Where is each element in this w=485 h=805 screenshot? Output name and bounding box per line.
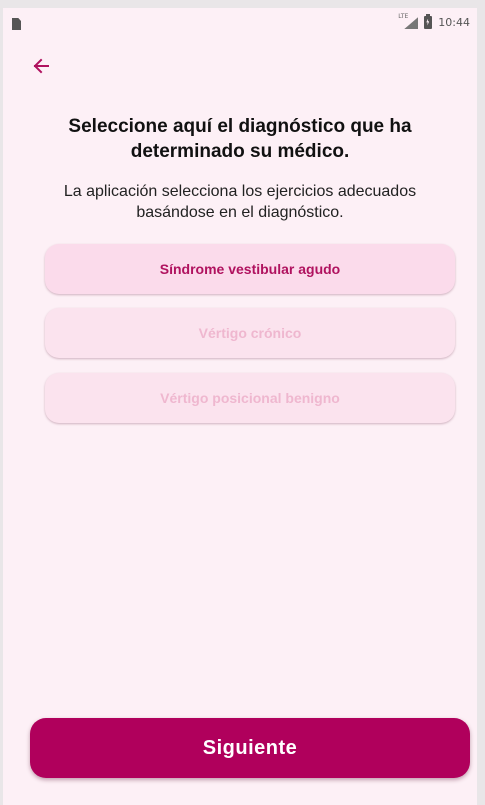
option-label: Vértigo posicional benigno	[160, 390, 340, 406]
network-type-label: LTE	[398, 13, 409, 20]
option-vertigo-posicional-benigno[interactable]: Vértigo posicional benigno	[45, 373, 455, 423]
next-button[interactable]: Siguiente	[30, 718, 470, 778]
battery-charging-icon	[424, 13, 433, 29]
option-vertigo-cronico[interactable]: Vértigo crónico	[45, 308, 455, 358]
page-subtitle: La aplicación selecciona los ejercicios …	[63, 183, 417, 221]
sd-card-icon	[12, 18, 21, 30]
arrow-left-icon	[33, 58, 49, 74]
next-button-label: Siguiente	[202, 736, 298, 759]
option-sindrome-vestibular-agudo[interactable]: Síndrome vestibular agudo	[45, 244, 455, 294]
option-label: Vértigo crónico	[198, 325, 302, 341]
page-title: Seleccione aquí el diagnóstico que ha de…	[68, 116, 412, 162]
status-bar: LTE 10:44	[3, 8, 477, 36]
app-screen: LTE 10:44 Seleccione aquí el diagnóstico…	[3, 8, 477, 805]
status-bar-right: LTE 10:44	[398, 13, 470, 29]
signal-icon: LTE	[398, 13, 419, 29]
back-button[interactable]	[27, 52, 55, 80]
option-label: Síndrome vestibular agudo	[159, 261, 341, 277]
status-time: 10:44	[438, 15, 470, 29]
